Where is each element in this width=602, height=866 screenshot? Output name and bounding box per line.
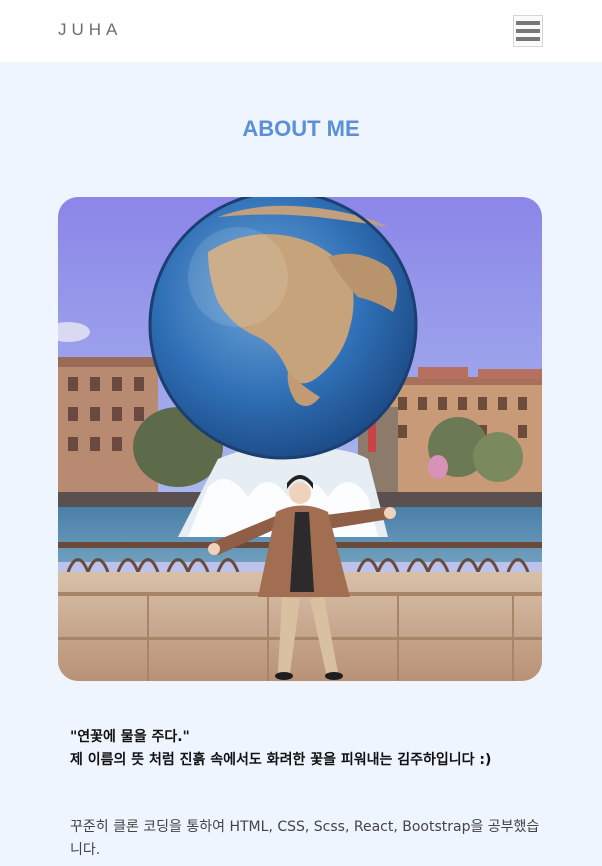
- photo-illustration: [58, 197, 542, 681]
- hamburger-menu-icon[interactable]: [513, 15, 543, 47]
- menu-bar: [516, 21, 540, 25]
- menu-bar: [516, 29, 540, 33]
- intro-quote: "연꽃에 물을 주다." 제 이름의 뜻 처럼 진흙 속에서도 화려한 꽃을 피…: [70, 726, 540, 772]
- quote-text: 제 이름의 뜻 처럼 진흙 속에서도 화려한 꽃을 피워내는 김주하입니다 :): [70, 752, 492, 768]
- section-title: ABOUT ME: [242, 116, 360, 141]
- quote-title: "연꽃에 물을 주다.": [70, 729, 190, 745]
- profile-photo: [58, 197, 542, 681]
- site-logo[interactable]: JUHA: [58, 20, 122, 40]
- intro-description: 꾸준히 클론 코딩을 통하여 HTML, CSS, Scss, React, B…: [70, 819, 540, 858]
- site-header: JUHA: [0, 0, 602, 62]
- menu-bar: [516, 37, 540, 41]
